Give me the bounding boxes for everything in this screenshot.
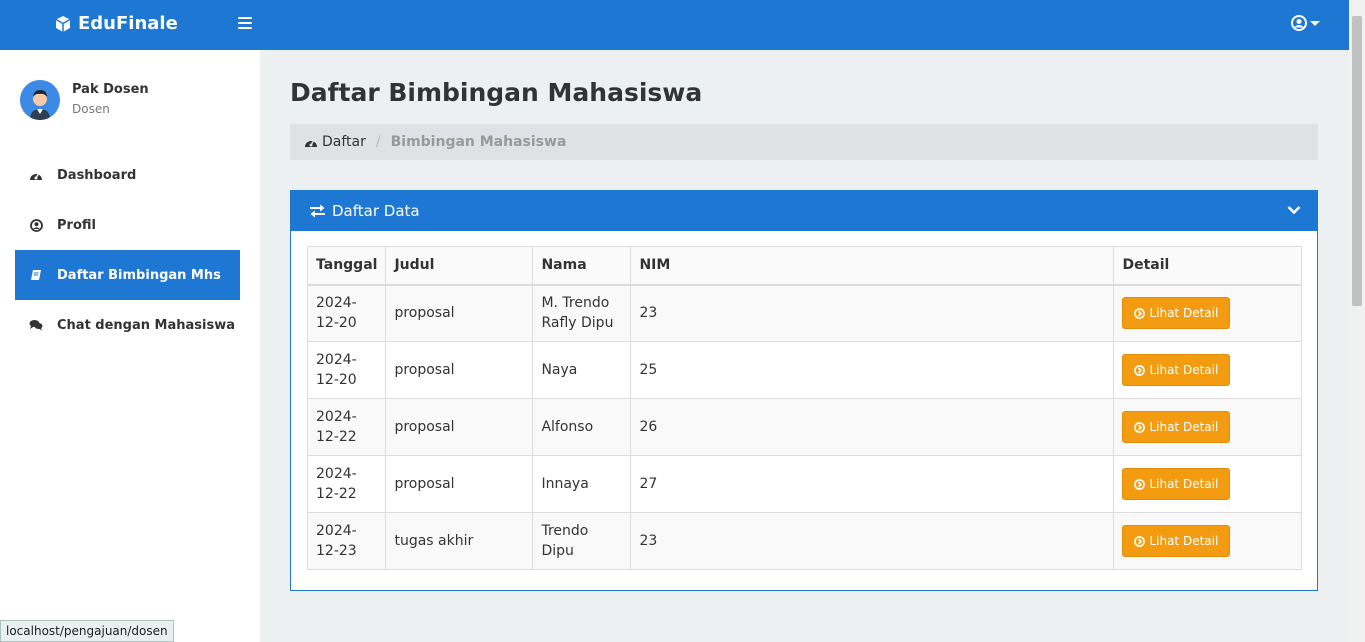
cell-judul: proposal [385, 455, 534, 513]
sidebar-item-label: Chat dengan Mahasiswa [57, 317, 235, 333]
scrollbar-thumb[interactable] [1352, 16, 1362, 306]
table-row: 2024-12-23 tugas akhir Trendo Dipu 23 Li… [306, 512, 1302, 570]
cell-judul: tugas akhir [385, 512, 534, 570]
cell-nama: M. Trendo Rafly Dipu [532, 284, 632, 342]
cell-tanggal: 2024-12-23 [306, 512, 387, 570]
cell-judul: proposal [385, 341, 534, 399]
table-row: 2024-12-20 proposal Naya 25 Lihat Detail [306, 341, 1302, 399]
cell-nama: Naya [532, 341, 632, 399]
column-header-nama: Nama [532, 246, 632, 286]
cell-nama: Alfonso [532, 398, 632, 456]
button-label: Lihat Detail [1149, 306, 1219, 321]
user-role: Dosen [72, 102, 110, 116]
panel-title: Daftar Data [332, 202, 420, 220]
user-profile: Pak Dosen Dosen [20, 80, 149, 120]
cell-detail: Lihat Detail [1113, 398, 1302, 456]
table-row: 2024-12-20 proposal M. Trendo Rafly Dipu… [306, 284, 1302, 342]
sidebar-item-label: Profil [57, 217, 96, 233]
vertical-scrollbar[interactable] [1349, 0, 1365, 642]
lihat-detail-button[interactable]: Lihat Detail [1122, 411, 1231, 443]
breadcrumb-separator: / [375, 134, 381, 150]
sidebar-item-dashboard[interactable]: Dashboard [15, 150, 240, 200]
sidebar-item-chat[interactable]: Chat dengan Mahasiswa [15, 300, 240, 350]
cell-detail: Lihat Detail [1113, 341, 1302, 399]
bimbingan-table: Tanggal Judul Nama NIM Detail 2024-12-20… [306, 246, 1302, 570]
sidebar-item-daftar-bimbingan[interactable]: Daftar Bimbingan Mhs [15, 250, 240, 300]
breadcrumb: Daftar / Bimbingan Mahasiswa [290, 124, 1318, 160]
sidebar: Pak Dosen Dosen Dashboard Profil Daftar … [0, 50, 260, 642]
cell-tanggal: 2024-12-20 [306, 341, 387, 399]
data-panel: Daftar Data Tanggal Judul Nama NIM Detai… [290, 190, 1318, 591]
sidebar-menu: Dashboard Profil Daftar Bimbingan Mhs Ch… [15, 150, 240, 350]
button-label: Lihat Detail [1149, 420, 1219, 434]
sidebar-toggle-button[interactable] [238, 17, 252, 31]
column-header-nim: NIM [630, 246, 1115, 286]
user-circle-icon [1291, 15, 1307, 31]
cell-tanggal: 2024-12-22 [306, 455, 387, 513]
button-label: Lihat Detail [1149, 477, 1219, 491]
sidebar-item-label: Dashboard [57, 167, 137, 183]
column-header-detail: Detail [1113, 246, 1302, 286]
cell-nim: 25 [630, 341, 1115, 399]
column-header-judul: Judul [385, 246, 534, 286]
user-menu-button[interactable] [1291, 15, 1320, 31]
cell-nim: 23 [630, 512, 1115, 570]
cell-judul: proposal [385, 398, 534, 456]
button-label: Lihat Detail [1149, 534, 1219, 548]
arrow-circle-right-icon [1134, 478, 1146, 490]
lihat-detail-button[interactable]: Lihat Detail [1122, 297, 1231, 330]
lihat-detail-button[interactable]: Lihat Detail [1122, 525, 1231, 557]
top-navbar: EduFinale [0, 0, 1349, 50]
cell-nama: Innaya [532, 455, 632, 513]
cell-nim: 26 [630, 398, 1115, 456]
cube-logo-icon [55, 15, 71, 32]
sidebar-item-profil[interactable]: Profil [15, 200, 240, 250]
sidebar-item-label: Daftar Bimbingan Mhs [57, 267, 221, 283]
cell-judul: proposal [385, 284, 534, 342]
lihat-detail-button[interactable]: Lihat Detail [1122, 468, 1231, 500]
column-header-tanggal: Tanggal [306, 246, 387, 286]
panel-header: Daftar Data [291, 191, 1317, 231]
user-name: Pak Dosen [72, 82, 149, 97]
caret-down-icon [1310, 20, 1320, 26]
breadcrumb-home-link[interactable]: Daftar [304, 134, 366, 150]
chevron-down-icon[interactable] [1287, 205, 1301, 215]
cell-nim: 23 [630, 284, 1115, 342]
user-circle-icon [29, 218, 43, 232]
book-icon [29, 268, 43, 282]
cell-detail: Lihat Detail [1113, 284, 1302, 342]
arrow-circle-right-icon [1134, 307, 1146, 319]
cell-nim: 27 [630, 455, 1115, 513]
exchange-icon [310, 204, 325, 218]
breadcrumb-home-label: Daftar [322, 134, 366, 150]
button-label: Lihat Detail [1149, 363, 1219, 377]
cell-detail: Lihat Detail [1113, 455, 1302, 513]
arrow-circle-right-icon [1134, 421, 1146, 433]
cell-detail: Lihat Detail [1113, 512, 1302, 570]
status-bar-url: localhost/pengajuan/dosen [0, 620, 174, 642]
arrow-circle-right-icon [1134, 535, 1146, 547]
cell-nama: Trendo Dipu [532, 512, 632, 570]
table-header-row: Tanggal Judul Nama NIM Detail [306, 246, 1302, 286]
cell-tanggal: 2024-12-22 [306, 398, 387, 456]
dashboard-icon [305, 139, 317, 147]
page-title: Daftar Bimbingan Mahasiswa [290, 78, 703, 107]
table-row: 2024-12-22 proposal Alfonso 26 Lihat Det… [306, 398, 1302, 456]
dashboard-icon [29, 168, 43, 182]
comments-icon [29, 318, 43, 332]
brand[interactable]: EduFinale [54, 13, 178, 34]
arrow-circle-right-icon [1134, 364, 1146, 376]
brand-name: EduFinale [78, 13, 178, 34]
lihat-detail-button[interactable]: Lihat Detail [1122, 354, 1231, 386]
table-row: 2024-12-22 proposal Innaya 27 Lihat Deta… [306, 455, 1302, 513]
breadcrumb-current: Bimbingan Mahasiswa [390, 134, 567, 150]
cell-tanggal: 2024-12-20 [306, 284, 387, 342]
avatar [20, 80, 60, 120]
